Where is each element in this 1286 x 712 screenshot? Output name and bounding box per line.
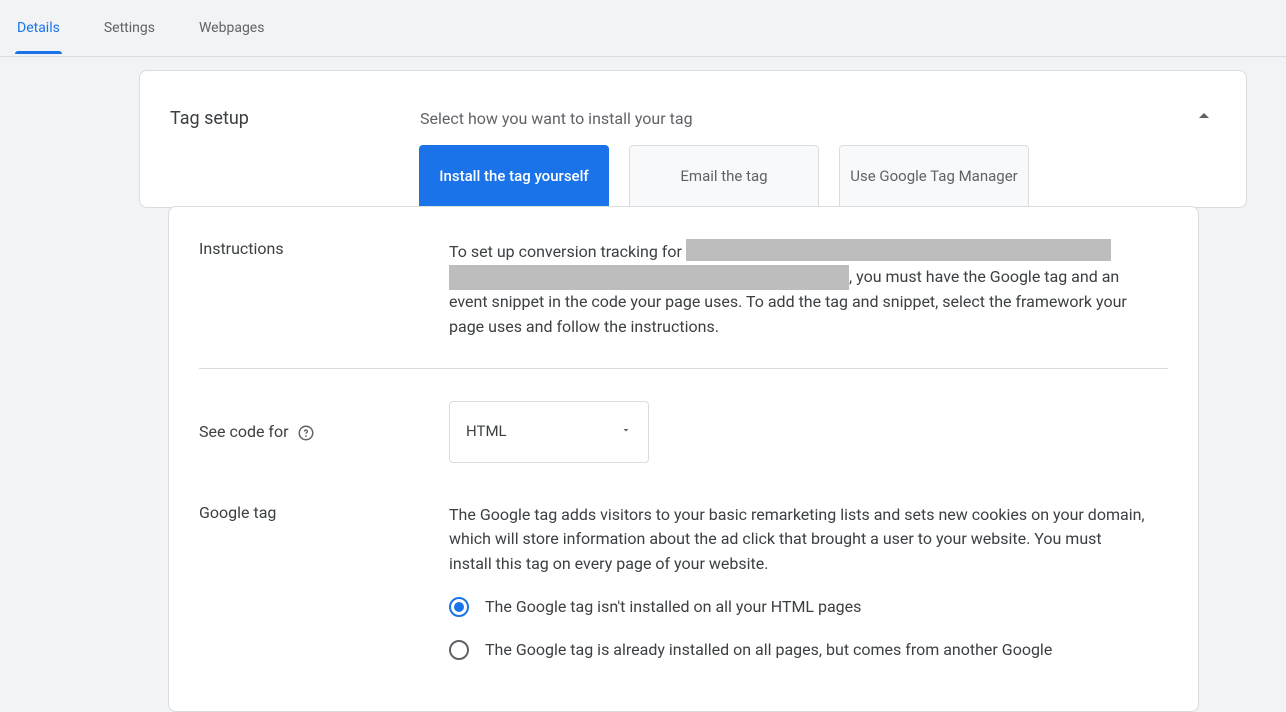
card-subtitle: Select how you want to install your tag bbox=[420, 109, 693, 128]
instructions-label: Instructions bbox=[199, 239, 449, 340]
radio-icon bbox=[449, 597, 469, 617]
tag-setup-card: Tag setup Select how you want to install… bbox=[139, 70, 1247, 208]
tab-webpages[interactable]: Webpages bbox=[197, 2, 266, 54]
tab-settings[interactable]: Settings bbox=[102, 2, 157, 54]
radio-icon bbox=[449, 640, 469, 660]
see-code-section: See code for HTML bbox=[199, 369, 1168, 471]
top-tab-bar: Details Settings Webpages bbox=[0, 0, 1286, 57]
card-header: Tag setup Select how you want to install… bbox=[140, 71, 1246, 145]
google-tag-radio-group: The Google tag isn't installed on all yo… bbox=[449, 595, 1148, 663]
chevron-up-icon[interactable] bbox=[1192, 104, 1216, 132]
framework-select[interactable]: HTML bbox=[449, 401, 649, 463]
install-method-tabs: Install the tag yourself Email the tag U… bbox=[419, 145, 1246, 207]
google-tag-body: The Google tag adds visitors to your bas… bbox=[449, 503, 1168, 663]
caret-down-icon bbox=[620, 420, 632, 443]
method-install-yourself[interactable]: Install the tag yourself bbox=[419, 145, 609, 207]
tab-details[interactable]: Details bbox=[15, 2, 62, 54]
radio-tag-not-installed[interactable]: The Google tag isn't installed on all yo… bbox=[449, 595, 1148, 620]
redacted-block bbox=[686, 239, 1111, 261]
framework-select-value: HTML bbox=[466, 420, 507, 443]
instructions-section: Instructions To set up conversion tracki… bbox=[199, 207, 1168, 348]
instructions-body: To set up conversion tracking for , you … bbox=[449, 239, 1168, 340]
redacted-block bbox=[449, 265, 849, 290]
google-tag-label: Google tag bbox=[199, 503, 449, 663]
method-email-tag[interactable]: Email the tag bbox=[629, 145, 819, 207]
instructions-text-pre: To set up conversion tracking for bbox=[449, 242, 686, 261]
see-code-label-text: See code for bbox=[199, 422, 289, 441]
google-tag-section: Google tag The Google tag adds visitors … bbox=[199, 471, 1168, 671]
radio-label: The Google tag isn't installed on all yo… bbox=[485, 595, 861, 620]
google-tag-description: The Google tag adds visitors to your bas… bbox=[449, 503, 1148, 577]
help-icon[interactable] bbox=[297, 424, 315, 442]
method-google-tag-manager[interactable]: Use Google Tag Manager bbox=[839, 145, 1029, 207]
see-code-label: See code for bbox=[199, 422, 449, 442]
card-title: Tag setup bbox=[170, 108, 420, 129]
see-code-body: HTML bbox=[449, 401, 1168, 463]
instructions-panel: Instructions To set up conversion tracki… bbox=[168, 206, 1199, 712]
